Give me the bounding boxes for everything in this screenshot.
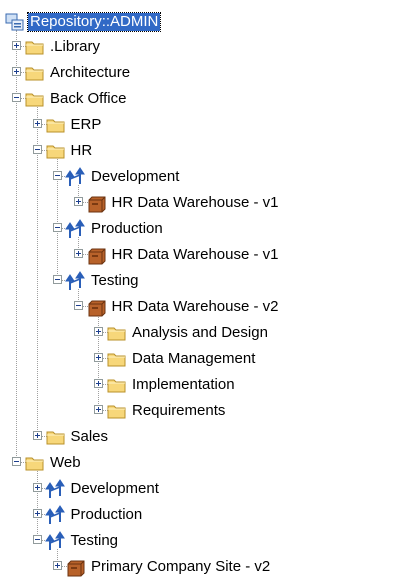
tree-node-label[interactable]: HR — [69, 142, 95, 160]
tree-node[interactable]: Primary Company Site - v2 — [0, 556, 401, 578]
tree-node[interactable]: Repository::ADMIN — [0, 11, 401, 33]
tree-node-label[interactable]: Analysis and Design — [130, 324, 270, 342]
tree-node-label[interactable]: Requirements — [130, 402, 227, 420]
folder-icon — [24, 452, 46, 474]
tree-node-label[interactable]: Back Office — [48, 90, 128, 108]
tree-node[interactable]: HR Data Warehouse - v1 — [0, 244, 401, 266]
repository-icon — [4, 11, 26, 33]
folder-icon — [106, 374, 128, 396]
tree-node[interactable]: Analysis and Design — [0, 322, 401, 344]
tree-node-label[interactable]: Production — [69, 506, 145, 524]
expand-toggle[interactable] — [32, 483, 42, 492]
collapse-toggle[interactable] — [73, 301, 83, 310]
tree-node-label[interactable]: Implementation — [130, 376, 237, 394]
tree-node[interactable]: Sales — [0, 426, 401, 448]
folder-icon — [24, 36, 46, 58]
tree-node-label[interactable]: Development — [89, 168, 181, 186]
tree-node-label[interactable]: Repository::ADMIN — [26, 12, 162, 32]
environment-icon — [65, 270, 87, 292]
expand-toggle[interactable] — [32, 119, 42, 128]
expand-toggle[interactable] — [12, 41, 21, 50]
tree-node[interactable]: Web — [0, 452, 401, 474]
tree-node-label[interactable]: Testing — [89, 272, 141, 290]
expand-toggle[interactable] — [32, 509, 42, 518]
tree-node[interactable]: Development — [0, 478, 401, 500]
collapse-toggle[interactable] — [32, 535, 42, 544]
tree-node[interactable]: Testing — [0, 270, 401, 292]
collapse-toggle[interactable] — [12, 93, 21, 102]
expand-toggle[interactable] — [94, 353, 103, 362]
collapse-toggle[interactable] — [53, 275, 62, 284]
folder-icon — [24, 88, 46, 110]
tree-node-label[interactable]: Sales — [69, 428, 111, 446]
folder-icon — [45, 114, 67, 136]
tree-node[interactable]: ERP — [0, 114, 401, 136]
environment-icon — [44, 478, 67, 500]
tree-node[interactable]: Testing — [0, 530, 401, 552]
tree-node-label[interactable]: Data Management — [130, 350, 257, 368]
expand-toggle[interactable] — [12, 67, 21, 76]
tree-node[interactable]: Production — [0, 504, 401, 526]
expand-toggle[interactable] — [32, 431, 42, 440]
expand-toggle[interactable] — [94, 327, 103, 336]
folder-icon — [24, 62, 46, 84]
package-icon — [86, 296, 108, 318]
tree-node[interactable]: Implementation — [0, 374, 401, 396]
expand-toggle[interactable] — [73, 197, 83, 206]
collapse-toggle[interactable] — [32, 145, 42, 154]
folder-icon — [45, 140, 67, 162]
expand-toggle[interactable] — [94, 405, 103, 414]
tree-node[interactable]: HR Data Warehouse - v1 — [0, 192, 401, 214]
tree-node-label[interactable]: .Library — [48, 38, 102, 56]
tree-node[interactable]: HR — [0, 140, 401, 162]
tree-node-label[interactable]: Development — [69, 480, 161, 498]
package-icon — [86, 192, 108, 214]
tree-node[interactable]: Development — [0, 166, 401, 188]
package-icon — [65, 556, 87, 578]
tree-node[interactable]: Architecture — [0, 62, 401, 84]
environment-icon — [44, 504, 67, 526]
package-icon — [86, 244, 108, 266]
tree-node[interactable]: Back Office — [0, 88, 401, 110]
tree-node-label[interactable]: Primary Company Site - v2 — [89, 558, 272, 576]
environment-icon — [44, 530, 67, 552]
tree-node[interactable]: Requirements — [0, 400, 401, 422]
folder-icon — [106, 322, 128, 344]
tree-node-label[interactable]: Testing — [69, 532, 121, 550]
folder-icon — [45, 426, 67, 448]
tree-node-label[interactable]: Production — [89, 220, 165, 238]
tree-node[interactable]: Data Management — [0, 348, 401, 370]
environment-icon — [65, 218, 87, 240]
tree-node[interactable]: Production — [0, 218, 401, 240]
tree-node[interactable]: HR Data Warehouse - v2 — [0, 296, 401, 318]
tree-node-label[interactable]: Web — [48, 454, 83, 472]
expand-toggle[interactable] — [53, 561, 62, 570]
expand-toggle[interactable] — [94, 379, 103, 388]
environment-icon — [65, 166, 87, 188]
expand-toggle[interactable] — [73, 249, 83, 258]
repository-tree[interactable]: Repository::ADMIN.LibraryArchitectureBac… — [0, 0, 401, 579]
collapse-toggle[interactable] — [12, 457, 21, 466]
tree-node-label[interactable]: ERP — [69, 116, 104, 134]
folder-icon — [106, 400, 128, 422]
tree-node-label[interactable]: HR Data Warehouse - v1 — [110, 246, 281, 264]
folder-icon — [106, 348, 128, 370]
tree-node-label[interactable]: Architecture — [48, 64, 132, 82]
collapse-toggle[interactable] — [53, 223, 62, 232]
tree-node-label[interactable]: HR Data Warehouse - v2 — [110, 298, 281, 316]
tree-node-label[interactable]: HR Data Warehouse - v1 — [110, 194, 281, 212]
tree-node[interactable]: .Library — [0, 36, 401, 58]
collapse-toggle[interactable] — [53, 171, 62, 180]
